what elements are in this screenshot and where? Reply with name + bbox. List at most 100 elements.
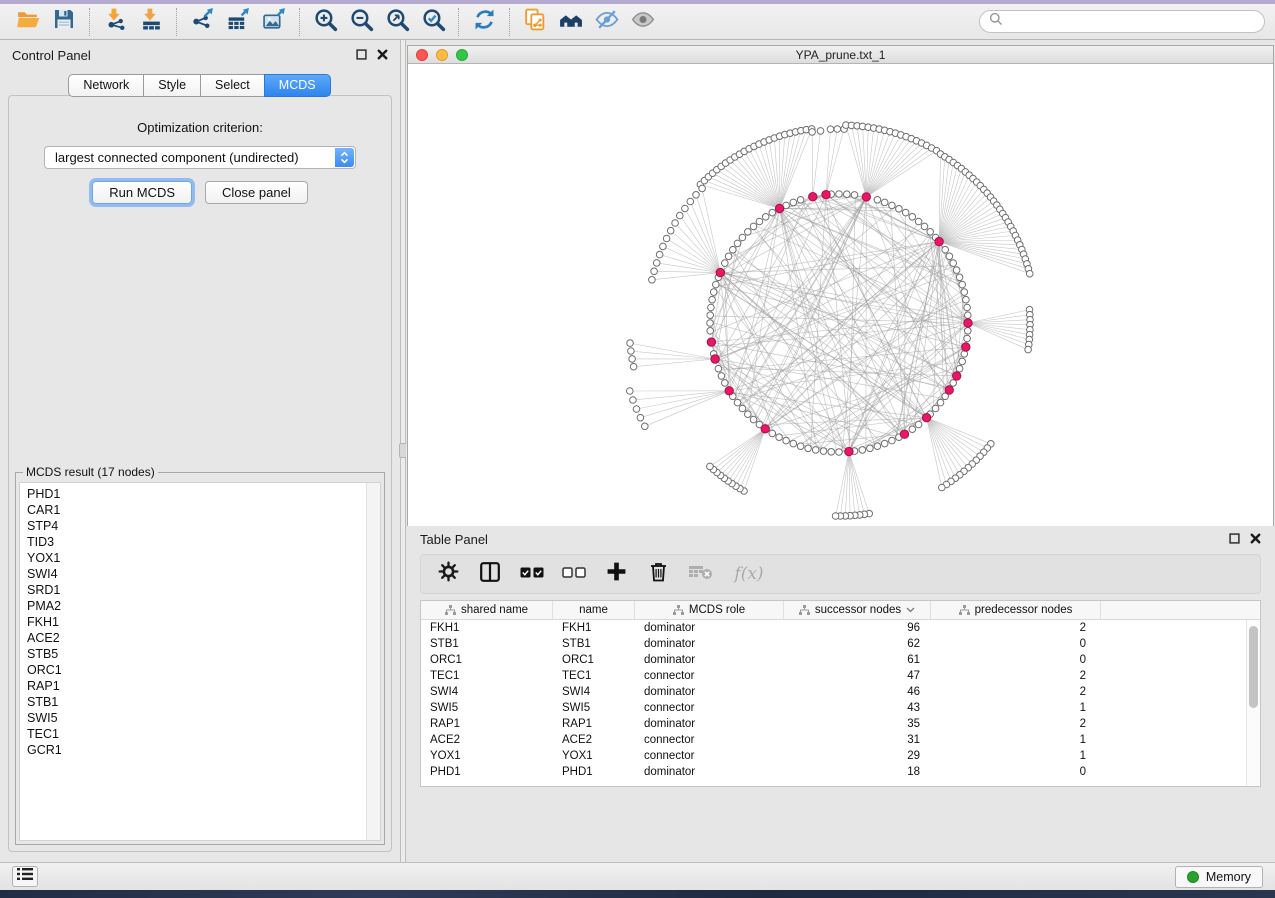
table-cell: 0 [931, 652, 1101, 668]
table-row[interactable]: ORC1ORC1dominator610 [421, 652, 1260, 668]
export-table-icon [226, 7, 251, 37]
zoom-selected-button[interactable] [415, 7, 451, 37]
toolbar-separator [176, 8, 177, 36]
float-panel-icon[interactable] [356, 48, 367, 63]
scrollbar-thumb[interactable] [1249, 626, 1258, 708]
mcds-list-scrollbar[interactable] [366, 483, 380, 840]
table-cell: 47 [784, 668, 931, 684]
zoom-out-icon [349, 7, 374, 37]
import-network-button[interactable] [97, 7, 133, 37]
delete-columns-button[interactable] [643, 559, 673, 589]
search-input[interactable] [1009, 15, 1255, 29]
mcds-result-item[interactable]: SRD1 [27, 582, 380, 598]
mcds-result-item[interactable]: STB1 [27, 694, 380, 710]
column-header-successor-nodes[interactable]: successor nodes [784, 601, 931, 619]
zoom-fit-button[interactable] [379, 7, 415, 37]
mcds-result-item[interactable]: YOX1 [27, 550, 380, 566]
table-cell: 2 [931, 668, 1101, 684]
tab-mcds[interactable]: MCDS [264, 74, 331, 97]
first-neighbors-button[interactable] [553, 7, 589, 37]
criterion-dropdown[interactable]: largest connected component (undirected) [44, 146, 356, 169]
maximize-window-icon[interactable] [456, 49, 468, 61]
table-cell: 2 [931, 620, 1101, 636]
mcds-result-item[interactable]: TEC1 [27, 726, 380, 742]
mcds-result-item[interactable]: PMA2 [27, 598, 380, 614]
mcds-result-item[interactable]: GCR1 [27, 742, 380, 758]
table-row[interactable]: ACE2ACE2connector311 [421, 732, 1260, 748]
main-toolbar [0, 4, 1275, 40]
mcds-result-item[interactable]: CAR1 [27, 502, 380, 518]
mcds-result-item[interactable]: TID3 [27, 534, 380, 550]
mcds-result-item[interactable]: STB5 [27, 646, 380, 662]
network-canvas[interactable] [408, 65, 1273, 559]
export-network-button[interactable] [184, 7, 220, 37]
zoom-out-button[interactable] [343, 7, 379, 37]
apply-layout-button[interactable] [466, 7, 502, 37]
table-cell: 46 [784, 684, 931, 700]
mcds-result-list[interactable]: PHD1CAR1STP4TID3YOX1SWI4SRD1PMA2FKH1ACE2… [19, 482, 381, 841]
close-panel-icon[interactable] [377, 48, 388, 63]
mcds-result-item[interactable]: STP4 [27, 518, 380, 534]
show-all-button[interactable] [625, 7, 661, 37]
zoom-in-button[interactable] [307, 7, 343, 37]
mcds-result-item[interactable]: SWI5 [27, 710, 380, 726]
task-history-button[interactable] [12, 866, 38, 887]
table-cell: dominator [635, 620, 784, 636]
table-settings-button[interactable] [433, 559, 463, 589]
table-row[interactable]: SWI4SWI4dominator462 [421, 684, 1260, 700]
table-cell: ORC1 [553, 652, 635, 668]
unselect-all-button[interactable] [559, 559, 589, 589]
function-builder-button[interactable]: f(x) [727, 559, 771, 589]
mcds-result-item[interactable]: RAP1 [27, 678, 380, 694]
network-search-box[interactable] [979, 10, 1265, 33]
close-panel-button[interactable]: Close panel [205, 181, 308, 204]
open-file-button[interactable] [10, 7, 46, 37]
table-cell: 2 [931, 684, 1101, 700]
tab-network[interactable]: Network [68, 74, 144, 97]
eye-slash-icon [594, 7, 620, 37]
close-window-icon[interactable] [416, 49, 428, 61]
mcds-result-item[interactable]: PHD1 [27, 486, 380, 502]
add-column-button[interactable] [601, 559, 631, 589]
select-all-button[interactable] [517, 559, 547, 589]
table-row[interactable]: PHD1PHD1dominator180 [421, 764, 1260, 780]
export-image-button[interactable] [256, 7, 292, 37]
list-icon [17, 867, 33, 886]
desktop-background-bottom [0, 890, 1275, 898]
table-cell: connector [635, 748, 784, 764]
mcds-result-item[interactable]: FKH1 [27, 614, 380, 630]
table-scrollbar[interactable] [1246, 620, 1260, 786]
table-row[interactable]: RAP1RAP1dominator352 [421, 716, 1260, 732]
mcds-result-item[interactable]: ORC1 [27, 662, 380, 678]
column-header-shared-name[interactable]: shared name [421, 601, 553, 619]
delete-table-button[interactable] [685, 559, 715, 589]
clone-network-button[interactable] [517, 7, 553, 37]
table-cell: TEC1 [553, 668, 635, 684]
float-panel-icon[interactable] [1229, 532, 1240, 547]
hide-selected-button[interactable] [589, 7, 625, 37]
run-mcds-button[interactable]: Run MCDS [92, 181, 192, 204]
tab-style[interactable]: Style [143, 74, 201, 97]
eye-icon [630, 7, 656, 37]
mcds-result-group: MCDS result (17 nodes) PHD1CAR1STP4TID3Y… [15, 465, 385, 845]
show-columns-button[interactable] [475, 559, 505, 589]
close-panel-icon[interactable] [1250, 532, 1261, 547]
column-header-name[interactable]: name [553, 601, 635, 619]
memory-button[interactable]: Memory [1175, 866, 1263, 888]
network-window-titlebar[interactable]: YPA_prune.txt_1 [408, 46, 1273, 64]
table-row[interactable]: FKH1FKH1dominator962 [421, 620, 1260, 636]
import-table-button[interactable] [133, 7, 169, 37]
mcds-result-item[interactable]: ACE2 [27, 630, 380, 646]
mcds-result-item[interactable]: SWI4 [27, 566, 380, 582]
save-session-button[interactable] [46, 7, 82, 37]
table-row[interactable]: TEC1TEC1connector472 [421, 668, 1260, 684]
export-table-button[interactable] [220, 7, 256, 37]
table-row[interactable]: STB1STB1dominator620 [421, 636, 1260, 652]
tab-select[interactable]: Select [200, 74, 265, 97]
table-row[interactable]: YOX1YOX1connector291 [421, 748, 1260, 764]
minimize-window-icon[interactable] [436, 49, 448, 61]
column-header-predecessor-nodes[interactable]: predecessor nodes [931, 601, 1101, 619]
table-row[interactable]: SWI5SWI5connector431 [421, 700, 1260, 716]
column-header-mcds-role[interactable]: MCDS role [635, 601, 784, 619]
application-window: Control Panel Network Style Select MCDS … [0, 0, 1275, 898]
